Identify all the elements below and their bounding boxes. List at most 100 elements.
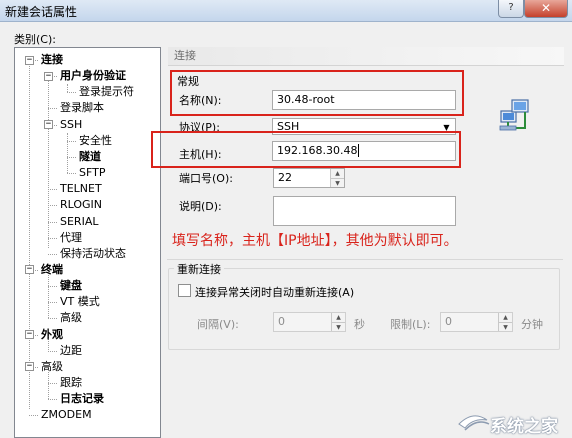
tree-item[interactable]: ZMODEM	[40, 407, 93, 423]
category-label: 类别(C):	[14, 33, 56, 46]
tree-item[interactable]: RLOGIN	[59, 197, 103, 213]
auto-reconnect-checkbox[interactable]	[178, 284, 191, 297]
spin-up-icon[interactable]: ▲	[332, 313, 345, 322]
tree-item-label: SFTP	[79, 166, 106, 180]
interval-field[interactable]: 0 ▲ ▼	[273, 312, 346, 332]
limit-field-value: 0	[445, 315, 452, 328]
port-field[interactable]: 22 ▲ ▼	[273, 168, 345, 188]
collapse-icon[interactable]: −	[25, 55, 34, 65]
spin-down-icon[interactable]: ▼	[331, 178, 344, 187]
tree-item[interactable]: 高级	[40, 359, 64, 375]
tree-item[interactable]: 隧道	[78, 149, 102, 165]
category-tree[interactable]: 连接 − 用户身份验证 − 登录提示符 登录脚本 SSH − 安全性 隧道 SFTP TELNET RL…	[14, 47, 161, 438]
tree-item-label: 登录提示符	[79, 85, 134, 99]
tree-item[interactable]: TELNET	[59, 181, 103, 197]
tree-item-label: 用户身份验证	[60, 69, 126, 83]
title-bar: 新建会话属性 ? ✕	[0, 0, 572, 22]
tree-guide-line	[48, 108, 57, 110]
limit-label: 限制(L):	[390, 318, 431, 331]
limit-field[interactable]: 0 ▲ ▼	[440, 312, 513, 332]
spin-up-icon[interactable]: ▲	[331, 169, 344, 178]
tree-item[interactable]: 登录脚本	[59, 100, 105, 116]
tree-item[interactable]: 日志记录	[59, 391, 105, 407]
tree-guide-line	[48, 189, 57, 191]
tree-guide-line	[48, 318, 57, 320]
spin-up-icon[interactable]: ▲	[499, 313, 512, 322]
watermark-text: 系统之家	[490, 417, 558, 437]
annotation-text: 填写名称，主机【IP地址】，其他为默认即可。	[172, 233, 458, 249]
tree-guide-line	[29, 415, 38, 417]
collapse-icon[interactable]: −	[44, 71, 53, 81]
tree-item-label: 隧道	[79, 149, 101, 163]
tree-item[interactable]: 键盘	[59, 278, 83, 294]
highlight-box-host	[151, 131, 461, 168]
divider	[167, 259, 563, 260]
tree-item-label: 外观	[41, 327, 63, 341]
tree-item-label: 键盘	[60, 279, 82, 293]
network-icon	[499, 99, 529, 131]
tree-item-label: SERIAL	[60, 214, 99, 228]
tree-item[interactable]: 外观	[40, 327, 64, 343]
limit-spinner[interactable]: ▲ ▼	[498, 313, 512, 331]
tree-item[interactable]: 高级	[59, 310, 83, 326]
tree-guide-line	[48, 383, 57, 384]
close-button[interactable]: ✕	[524, 0, 568, 18]
tree-item[interactable]: 边距	[59, 343, 83, 359]
tree-item[interactable]: 登录提示符	[78, 84, 135, 100]
tree-guide-line	[48, 399, 57, 401]
tree-item-label: 登录脚本	[60, 101, 104, 115]
description-label: 说明(D):	[179, 200, 222, 213]
tree-item-label: VT 模式	[60, 295, 100, 309]
tree-item[interactable]: 跟踪	[59, 375, 83, 391]
collapse-icon[interactable]: −	[25, 265, 34, 275]
tree-guide-line	[48, 350, 57, 352]
tree-guide-line	[67, 84, 68, 92]
tree-item[interactable]: SERIAL	[59, 214, 99, 230]
tree-guide-line	[48, 221, 57, 223]
tree-item-label: 跟踪	[60, 376, 82, 389]
tree-item-label: 保持活动状态	[60, 246, 126, 260]
collapse-icon[interactable]: −	[44, 120, 53, 130]
tree-item-label: 高级	[60, 311, 82, 325]
spin-down-icon[interactable]: ▼	[332, 322, 345, 331]
tree-guide-line	[29, 60, 30, 409]
tree-item-label: 高级	[41, 359, 63, 373]
tree-item[interactable]: SFTP	[78, 165, 106, 181]
port-spinner[interactable]: ▲ ▼	[330, 169, 344, 187]
spin-down-icon[interactable]: ▼	[499, 322, 512, 331]
reconnect-group	[168, 268, 560, 350]
highlight-box-name	[170, 70, 464, 116]
tree-guide-line	[48, 237, 57, 239]
tree-item-label: 代理	[60, 230, 82, 244]
tree-item[interactable]: SSH	[59, 117, 83, 133]
tree-item-label: 安全性	[79, 133, 112, 147]
tree-item[interactable]: VT 模式	[59, 294, 101, 310]
limit-unit: 分钟	[521, 318, 543, 331]
tree-item[interactable]: 代理	[59, 230, 83, 246]
interval-spinner[interactable]: ▲ ▼	[331, 313, 345, 331]
reconnect-group-title: 重新连接	[174, 261, 224, 277]
interval-field-value: 0	[278, 315, 285, 328]
tree-guide-line	[67, 92, 76, 94]
collapse-icon[interactable]: −	[25, 330, 34, 340]
port-label: 端口号(O):	[179, 172, 233, 185]
tree-guide-line	[67, 156, 76, 158]
tree-item[interactable]: 连接	[40, 52, 64, 68]
auto-reconnect-label[interactable]: 连接异常关闭时自动重新连接(A)	[195, 284, 354, 300]
tree-guide-line	[48, 302, 57, 304]
tree-item[interactable]: 用户身份验证	[59, 68, 127, 84]
collapse-icon[interactable]: −	[25, 362, 34, 372]
tree-item-label: 终端	[41, 262, 63, 276]
tree-guide-line	[67, 140, 76, 142]
tree-item-label: RLOGIN	[60, 198, 103, 212]
tree-guide-line	[48, 286, 57, 288]
tree-item[interactable]: 保持活动状态	[59, 246, 127, 262]
section-header: 连接	[168, 47, 564, 66]
tree-item-label: SSH	[60, 117, 83, 131]
port-field-value: 22	[278, 171, 292, 184]
description-field[interactable]	[273, 196, 456, 226]
tree-guide-line	[48, 205, 57, 207]
tree-item[interactable]: 终端	[40, 262, 64, 278]
help-button[interactable]: ?	[498, 0, 524, 18]
tree-item[interactable]: 安全性	[78, 133, 113, 149]
